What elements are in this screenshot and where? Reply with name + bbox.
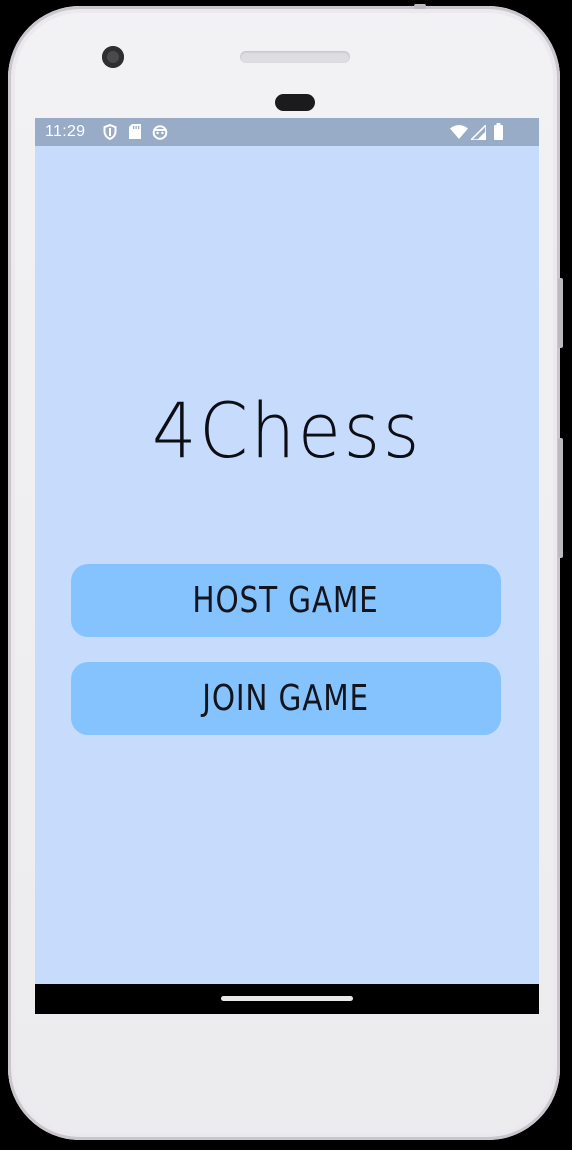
navigation-bar bbox=[35, 984, 539, 1014]
host-game-button[interactable]: HOST GAME bbox=[71, 564, 501, 637]
status-time: 11:29 bbox=[45, 123, 86, 140]
home-gesture-handle[interactable] bbox=[221, 996, 353, 1001]
app-title: 4Chess bbox=[151, 386, 423, 475]
cell-signal-icon bbox=[469, 123, 487, 145]
volume-button bbox=[558, 438, 563, 558]
host-game-label: HOST GAME bbox=[192, 580, 380, 621]
join-game-button[interactable]: JOIN GAME bbox=[71, 662, 501, 735]
battery-icon bbox=[494, 123, 503, 145]
status-bar: 11:29 bbox=[35, 118, 539, 146]
proximity-sensor bbox=[275, 94, 315, 111]
sd-card-icon bbox=[129, 124, 141, 144]
top-edge-notch bbox=[414, 4, 426, 9]
android-face-icon bbox=[152, 124, 168, 145]
front-camera-icon bbox=[102, 46, 124, 68]
wifi-icon bbox=[450, 125, 468, 144]
earpiece-speaker bbox=[240, 51, 350, 63]
power-button bbox=[558, 278, 563, 348]
join-game-label: JOIN GAME bbox=[202, 678, 370, 719]
shield-icon bbox=[103, 123, 117, 145]
app-screen: 11:29 4Chess HOST GAME JOIN GAME bbox=[35, 118, 539, 1014]
